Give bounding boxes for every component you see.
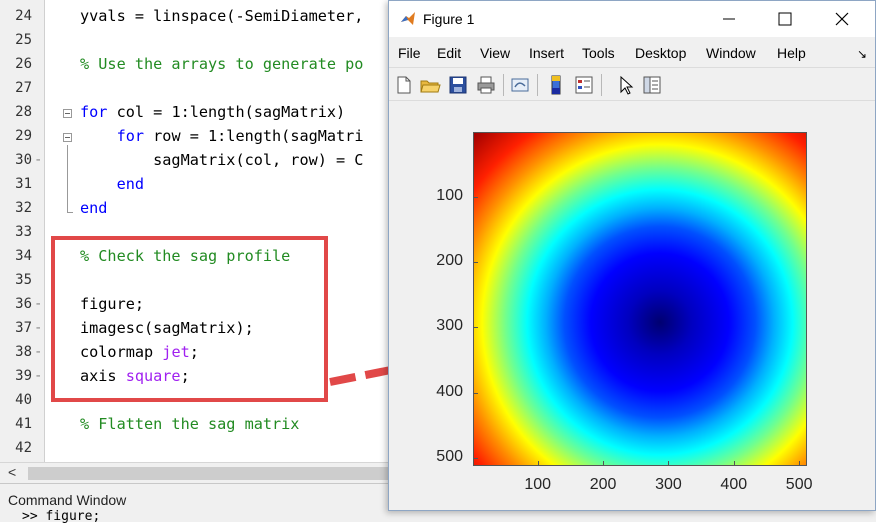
y-tick-mark: [474, 458, 478, 460]
heatmap-image[interactable]: [473, 132, 807, 466]
scrollbar-thumb[interactable]: [28, 467, 388, 480]
open-file-icon[interactable]: [419, 74, 441, 96]
new-figure-icon[interactable]: [393, 74, 415, 96]
minimize-button[interactable]: [719, 9, 739, 29]
matlab-logo-icon: [401, 12, 415, 25]
x-tick-label: 100: [524, 476, 552, 493]
y-tick-mark: [474, 392, 478, 394]
figure-window[interactable]: Figure 1 File Edit View Insert Tools Des…: [388, 0, 876, 511]
menu-window[interactable]: Window: [706, 45, 756, 61]
print-icon[interactable]: [475, 74, 497, 96]
y-tick-label: 200: [436, 252, 463, 270]
menu-desktop[interactable]: Desktop: [635, 45, 686, 61]
toolbar-overflow-icon[interactable]: ↘: [857, 47, 867, 61]
y-tick-label: 500: [436, 448, 463, 466]
x-tick-mark: [603, 461, 605, 465]
figure-menubar: File Edit View Insert Tools Desktop Wind…: [389, 39, 875, 67]
command-window-title: Command Window: [8, 492, 127, 508]
y-tick-mark: [474, 196, 478, 198]
menu-insert[interactable]: Insert: [529, 45, 564, 61]
command-window-text: >> figure;: [22, 509, 101, 524]
select-pointer-icon[interactable]: [615, 74, 637, 96]
y-tick-mark: [474, 327, 478, 329]
figure-titlebar[interactable]: Figure 1: [389, 1, 875, 37]
link-plot-icon[interactable]: [509, 74, 531, 96]
insert-legend-icon[interactable]: [573, 74, 595, 96]
y-tick-label: 100: [436, 186, 463, 204]
property-editor-icon[interactable]: [641, 74, 663, 96]
toolbar-separator: [601, 74, 602, 96]
toolbar-separator: [503, 74, 504, 96]
save-icon[interactable]: [447, 74, 469, 96]
x-tick-mark: [733, 461, 735, 465]
x-tick-label: 300: [655, 476, 682, 493]
y-tick-label: 300: [436, 317, 463, 335]
maximize-icon: [778, 12, 792, 26]
x-tick-label: 200: [589, 476, 617, 493]
y-tick-mark: [474, 262, 478, 264]
x-tick-mark: [799, 461, 801, 465]
menu-file[interactable]: File: [398, 45, 421, 61]
x-tick-mark: [537, 461, 539, 465]
x-tick-label: 400: [720, 476, 748, 493]
figure-toolbar: [389, 67, 875, 101]
x-tick-label: 500: [785, 476, 813, 493]
y-tick-label: 400: [436, 382, 463, 400]
insert-colorbar-icon[interactable]: [545, 74, 567, 96]
scroll-left-icon[interactable]: <: [8, 464, 16, 480]
menu-edit[interactable]: Edit: [437, 45, 461, 61]
menu-view[interactable]: View: [480, 45, 510, 61]
close-button[interactable]: [832, 9, 852, 29]
maximize-button[interactable]: [775, 9, 795, 29]
toolbar-separator: [537, 74, 538, 96]
figure-title: Figure 1: [423, 11, 475, 27]
menu-tools[interactable]: Tools: [582, 45, 615, 61]
menu-help[interactable]: Help: [777, 45, 806, 61]
x-tick-mark: [668, 461, 670, 465]
